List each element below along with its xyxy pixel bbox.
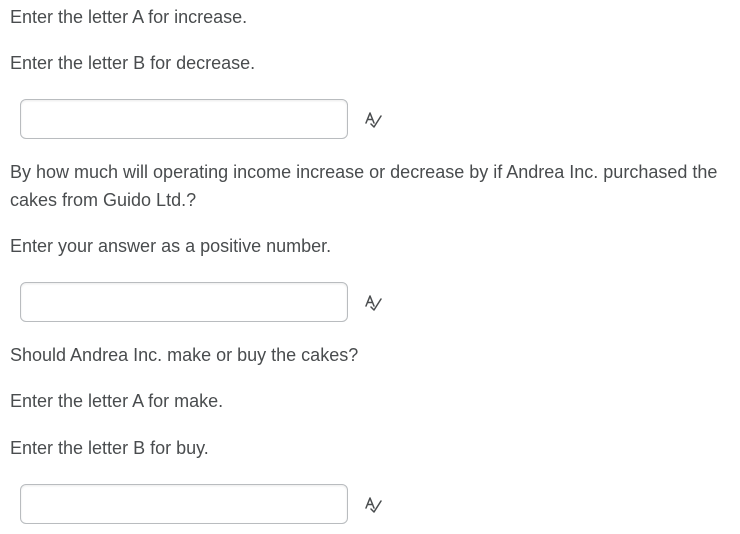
instruction-make: Enter the letter A for make. — [10, 391, 224, 411]
spellcheck-icon[interactable] — [364, 495, 382, 513]
answer-input-make-or-buy[interactable] — [20, 484, 348, 524]
question-make-or-buy: Should Andrea Inc. make or buy the cakes… — [10, 345, 359, 365]
spellcheck-icon[interactable] — [364, 110, 382, 128]
question-operating-income: By how much will operating income increa… — [10, 162, 718, 210]
spellcheck-icon[interactable] — [364, 293, 382, 311]
instruction-decrease: Enter the letter B for decrease. — [10, 53, 256, 73]
answer-input-increase-decrease[interactable] — [20, 99, 348, 139]
answer-input-operating-income[interactable] — [20, 282, 348, 322]
instruction-buy: Enter the letter B for buy. — [10, 438, 209, 458]
instruction-positive-number: Enter your answer as a positive number. — [10, 236, 332, 256]
instruction-increase: Enter the letter A for increase. — [10, 7, 248, 27]
